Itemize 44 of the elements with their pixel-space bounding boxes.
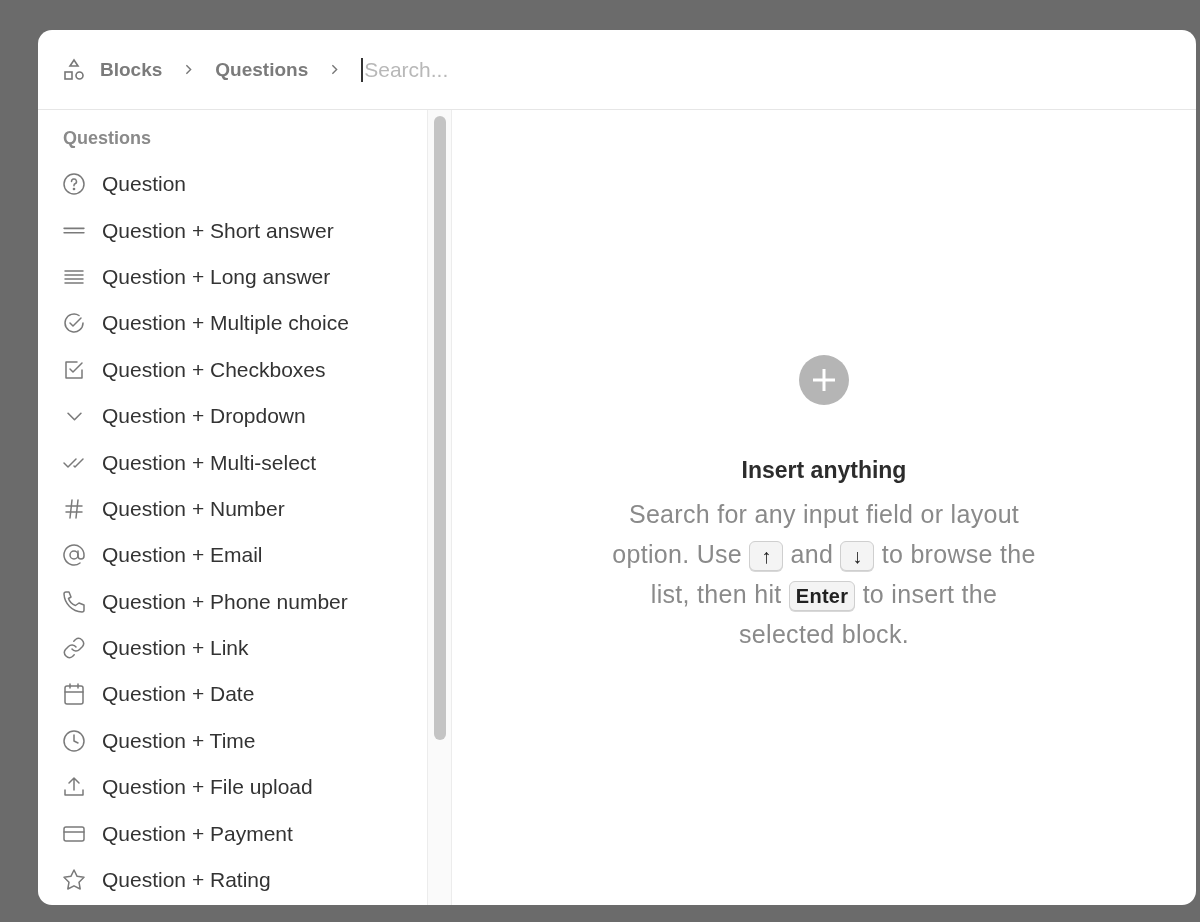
description-text: Search for any input field or layout bbox=[628, 500, 1020, 528]
empty-state-title: Insert anything bbox=[741, 457, 907, 484]
menu-item[interactable]: Question + Rating bbox=[62, 856, 427, 904]
keyboard-key: ↑ bbox=[749, 541, 784, 572]
description-text: list, then hit bbox=[650, 580, 782, 608]
breadcrumb-link[interactable]: Questions bbox=[215, 58, 309, 81]
menu-item[interactable]: Question + Multiple choice bbox=[62, 300, 427, 347]
keyboard-key: ↓ bbox=[840, 541, 875, 572]
menu-item[interactable]: Question + Checkboxes bbox=[62, 346, 427, 393]
hash-icon bbox=[62, 496, 86, 521]
phone-icon bbox=[62, 589, 86, 614]
help-icon bbox=[62, 172, 86, 197]
menu-item[interactable]: Question + Short answer bbox=[62, 207, 427, 254]
short-lines-icon bbox=[63, 226, 85, 236]
calendar-icon bbox=[62, 682, 86, 707]
menu-item[interactable]: Question + Date bbox=[62, 671, 427, 718]
breadcrumb-link[interactable]: Blocks bbox=[100, 58, 163, 81]
menu-item[interactable]: Question + Long answer bbox=[62, 253, 427, 301]
link-icon bbox=[62, 636, 86, 661]
shapes-icon bbox=[62, 57, 86, 82]
clock-icon bbox=[62, 728, 86, 753]
menu-item[interactable]: Question + Payment bbox=[62, 810, 427, 857]
menu-item[interactable]: Question + Email bbox=[62, 532, 427, 579]
keyboard-key: Enter bbox=[788, 581, 856, 612]
description-text: selected block. bbox=[739, 620, 909, 648]
menu-item[interactable]: Question + File upload bbox=[62, 764, 427, 811]
menu-item[interactable]: Question + Phone number bbox=[62, 578, 427, 625]
menu-item[interactable]: Question bbox=[62, 161, 427, 208]
scrollbar-thumb[interactable] bbox=[433, 116, 446, 740]
description-text: to browse the bbox=[881, 540, 1036, 568]
menu-item[interactable]: Question + Number bbox=[62, 485, 427, 533]
star-icon bbox=[62, 868, 86, 893]
description-text: option. Use bbox=[612, 540, 743, 568]
description-text: and bbox=[790, 540, 834, 568]
menu-item[interactable]: Question + Multi-select bbox=[62, 439, 427, 486]
at-sign-icon bbox=[62, 543, 86, 568]
section-heading: Questions bbox=[62, 128, 152, 149]
menu-item[interactable]: Question + Link bbox=[62, 624, 427, 672]
chevron-down-icon bbox=[66, 411, 82, 421]
menu-item[interactable]: Question + Dropdown bbox=[62, 392, 427, 440]
description-text: to insert the bbox=[862, 580, 998, 608]
check-circle-icon bbox=[62, 311, 86, 336]
add-icon bbox=[799, 355, 849, 405]
menu-item[interactable]: Question + Time bbox=[62, 717, 427, 765]
